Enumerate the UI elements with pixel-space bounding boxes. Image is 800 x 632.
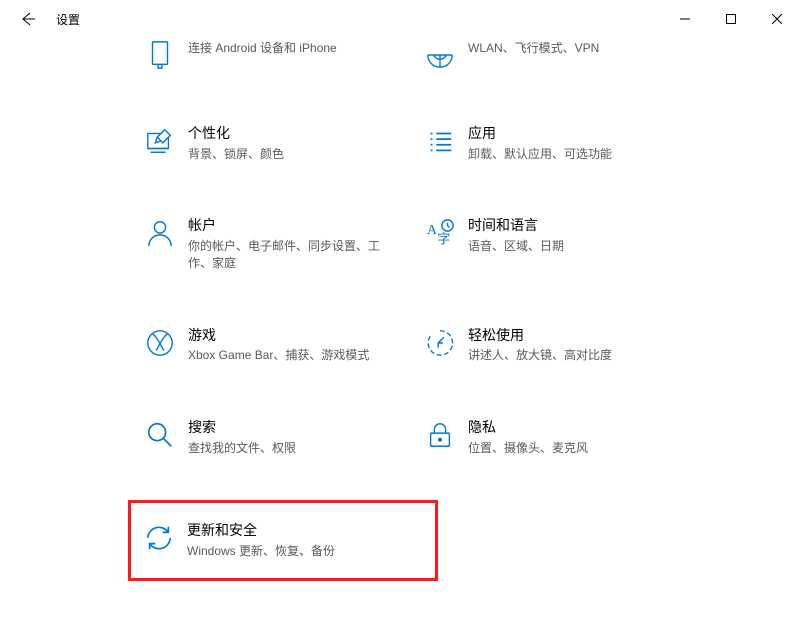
arrow-left-icon [20,11,36,27]
tile-accounts[interactable]: 帐户 你的帐户、电子邮件、同步设置、工作、家庭 [140,210,400,277]
tile-update-security[interactable]: 更新和安全 Windows 更新、恢复、备份 [128,500,438,580]
person-icon [140,216,180,248]
tile-gaming[interactable]: 游戏 Xbox Game Bar、捕获、游戏模式 [140,320,400,370]
back-button[interactable] [8,0,48,38]
tile-time-language[interactable]: A 字 时间和语言 语音、区域、日期 [420,210,680,277]
apps-list-icon [420,124,460,156]
tile-title: 搜索 [188,418,296,438]
window-title: 设置 [48,11,80,28]
tile-desc: 卸载、默认应用、可选功能 [468,146,612,163]
tile-search[interactable]: 搜索 查找我的文件、权限 [140,412,400,462]
close-icon [772,14,782,24]
tile-desc: 语音、区域、日期 [468,238,564,255]
tile-desc: 位置、摄像头、麦克风 [468,440,588,457]
phone-icon [140,38,180,70]
tile-network[interactable]: WLAN、飞行模式、VPN [420,32,680,76]
window-controls [662,4,800,34]
tile-title: 游戏 [188,326,369,346]
maximize-button[interactable] [708,4,754,34]
tile-title: 帐户 [188,216,400,236]
tile-desc: 你的帐户、电子邮件、同步设置、工作、家庭 [188,238,400,272]
tile-personalization[interactable]: 个性化 背景、锁屏、颜色 [140,118,400,168]
lock-icon [420,418,460,450]
tile-desc: Windows 更新、恢复、备份 [187,543,335,560]
globe-icon [420,38,460,70]
tile-phone[interactable]: 连接 Android 设备和 iPhone [140,32,400,76]
ease-of-access-icon [420,326,460,358]
tile-title: 更新和安全 [187,521,335,541]
close-button[interactable] [754,4,800,34]
tile-desc: WLAN、飞行模式、VPN [468,40,599,57]
maximize-icon [726,14,736,24]
sync-icon [139,521,179,553]
search-icon [140,418,180,450]
language-icon: A 字 [420,216,460,248]
tile-desc: 查找我的文件、权限 [188,440,296,457]
svg-text:A: A [427,222,438,238]
tile-title: 轻松使用 [468,326,612,346]
settings-grid: 连接 Android 设备和 iPhone WLAN、飞行模式、VPN [140,32,800,581]
tile-title: 时间和语言 [468,216,564,236]
tile-desc: 讲述人、放大镜、高对比度 [468,347,612,364]
tile-ease-of-access[interactable]: 轻松使用 讲述人、放大镜、高对比度 [420,320,680,370]
tile-title: 个性化 [188,124,284,144]
tile-privacy[interactable]: 隐私 位置、摄像头、麦克风 [420,412,680,462]
tile-desc: 连接 Android 设备和 iPhone [188,40,337,57]
tile-desc: Xbox Game Bar、捕获、游戏模式 [188,347,369,364]
tile-desc: 背景、锁屏、颜色 [188,146,284,163]
tile-title: 隐私 [468,418,588,438]
tile-title: 应用 [468,124,612,144]
minimize-icon [680,14,690,24]
xbox-icon [140,326,180,358]
tile-apps[interactable]: 应用 卸载、默认应用、可选功能 [420,118,680,168]
minimize-button[interactable] [662,4,708,34]
paintbrush-icon [140,124,180,156]
svg-text:字: 字 [437,232,450,247]
